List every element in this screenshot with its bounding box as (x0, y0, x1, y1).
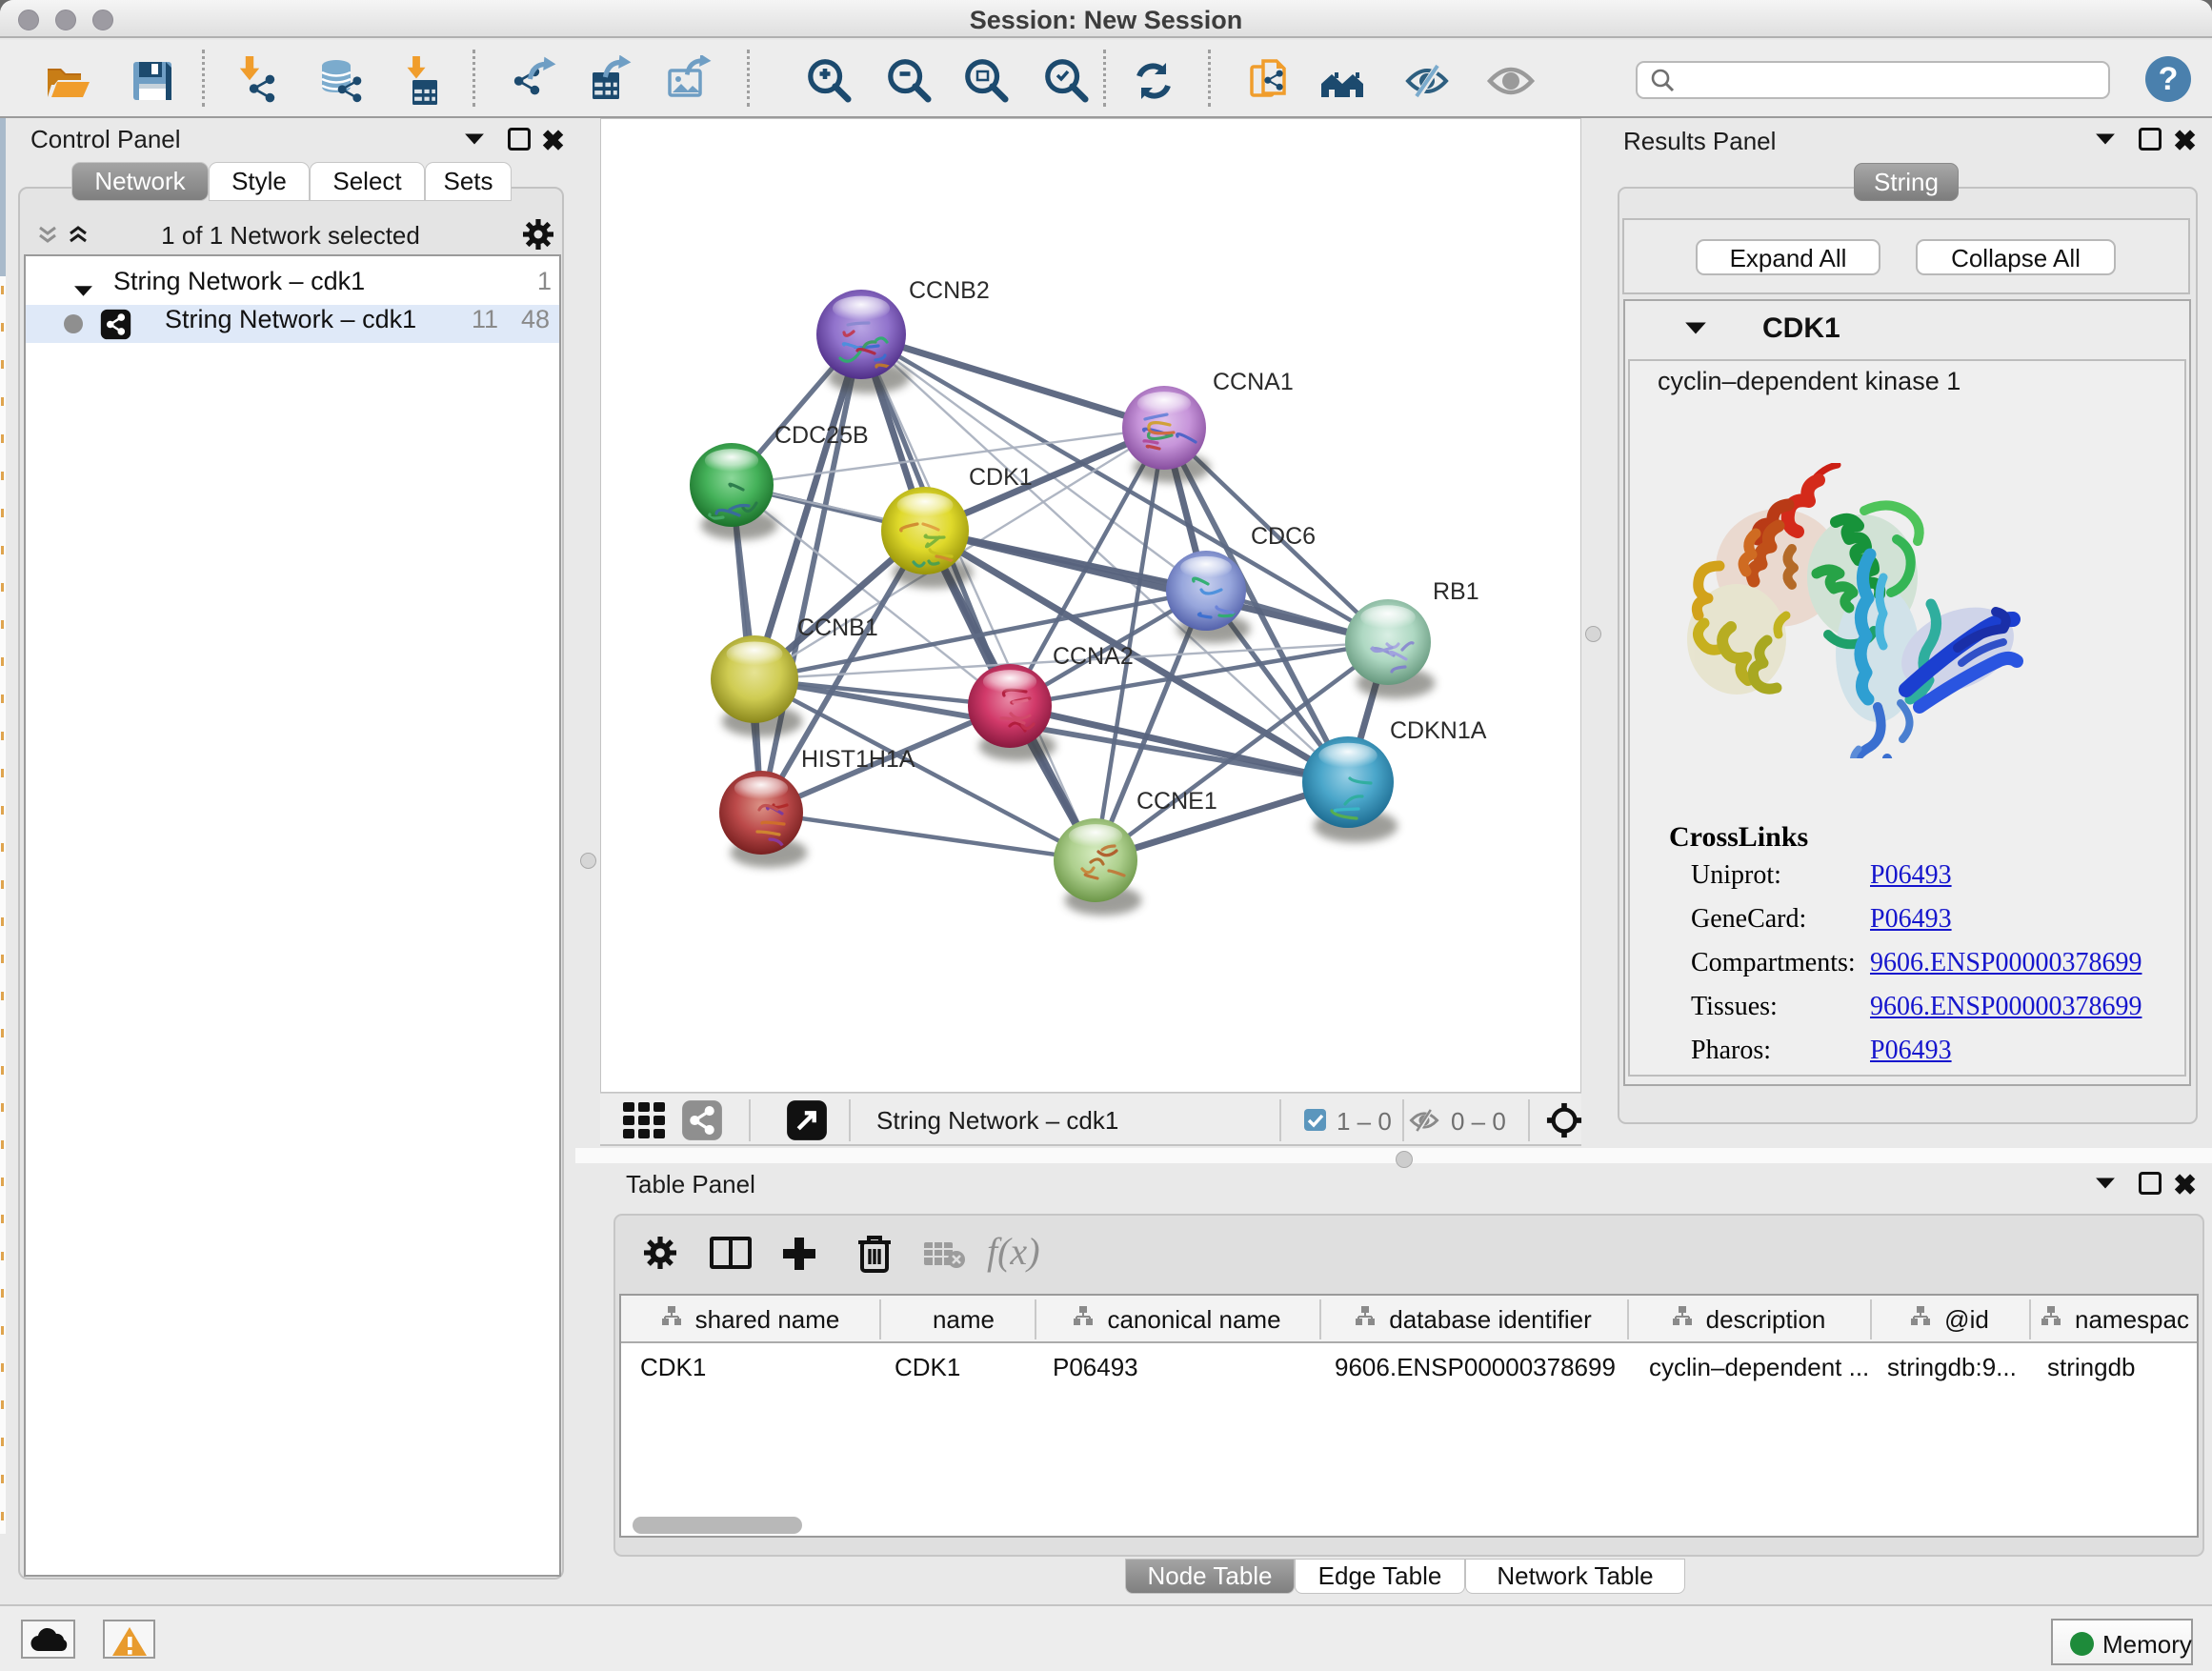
svg-text:CDC25B: CDC25B (774, 422, 869, 449)
svg-text:CCNE1: CCNE1 (1136, 788, 1217, 815)
svg-text:CDC6: CDC6 (1251, 523, 1316, 550)
svg-text:CCNA1: CCNA1 (1213, 369, 1294, 395)
svg-text:CDK1: CDK1 (969, 464, 1033, 491)
svg-text:HIST1H1A: HIST1H1A (801, 746, 915, 773)
svg-text:CDKN1A: CDKN1A (1390, 717, 1487, 744)
svg-text:CCNA2: CCNA2 (1053, 643, 1134, 670)
svg-text:CCNB2: CCNB2 (909, 277, 990, 304)
svg-text:RB1: RB1 (1433, 578, 1479, 605)
svg-text:CCNB1: CCNB1 (797, 614, 878, 641)
